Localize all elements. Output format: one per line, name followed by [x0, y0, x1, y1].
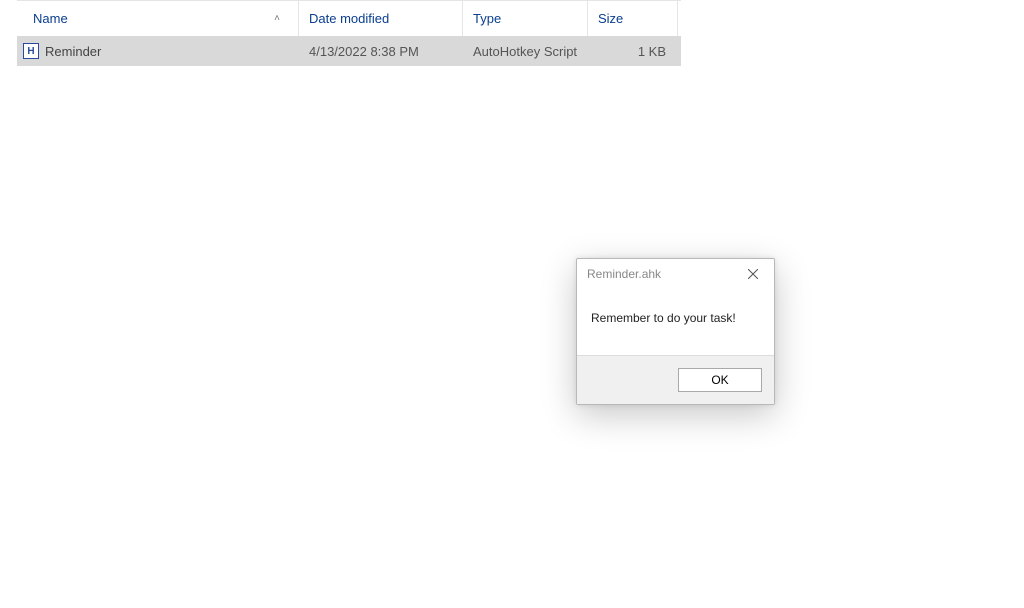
close-button[interactable]: [738, 262, 768, 286]
dialog-message: Remember to do your task!: [577, 289, 774, 355]
ok-button[interactable]: OK: [678, 368, 762, 392]
column-header-date[interactable]: Date modified: [299, 1, 463, 36]
column-header-name[interactable]: Name ˄: [17, 1, 299, 36]
column-header-name-label: Name: [33, 11, 68, 26]
ahk-file-icon: H: [23, 43, 39, 59]
file-name-cell: H Reminder: [17, 36, 299, 66]
file-name-label: Reminder: [45, 44, 101, 59]
message-dialog: Reminder.ahk Remember to do your task! O…: [576, 258, 775, 405]
file-list: Name ˄ Date modified Type Size H Reminde…: [17, 0, 681, 66]
file-row[interactable]: H Reminder 4/13/2022 8:38 PM AutoHotkey …: [17, 36, 681, 66]
sort-ascending-icon: ˄: [274, 13, 280, 24]
column-header-size[interactable]: Size: [588, 1, 678, 36]
dialog-title: Reminder.ahk: [587, 267, 738, 281]
column-header-row: Name ˄ Date modified Type Size: [17, 0, 681, 36]
column-header-type[interactable]: Type: [463, 1, 588, 36]
file-date-cell: 4/13/2022 8:38 PM: [299, 36, 463, 66]
file-size-cell: 1 KB: [588, 36, 678, 66]
column-header-size-label: Size: [598, 11, 623, 26]
column-header-type-label: Type: [473, 11, 501, 26]
dialog-titlebar[interactable]: Reminder.ahk: [577, 259, 774, 289]
column-header-date-label: Date modified: [309, 11, 389, 26]
dialog-footer: OK: [577, 355, 774, 404]
file-type-cell: AutoHotkey Script: [463, 36, 588, 66]
close-icon: [748, 269, 758, 279]
